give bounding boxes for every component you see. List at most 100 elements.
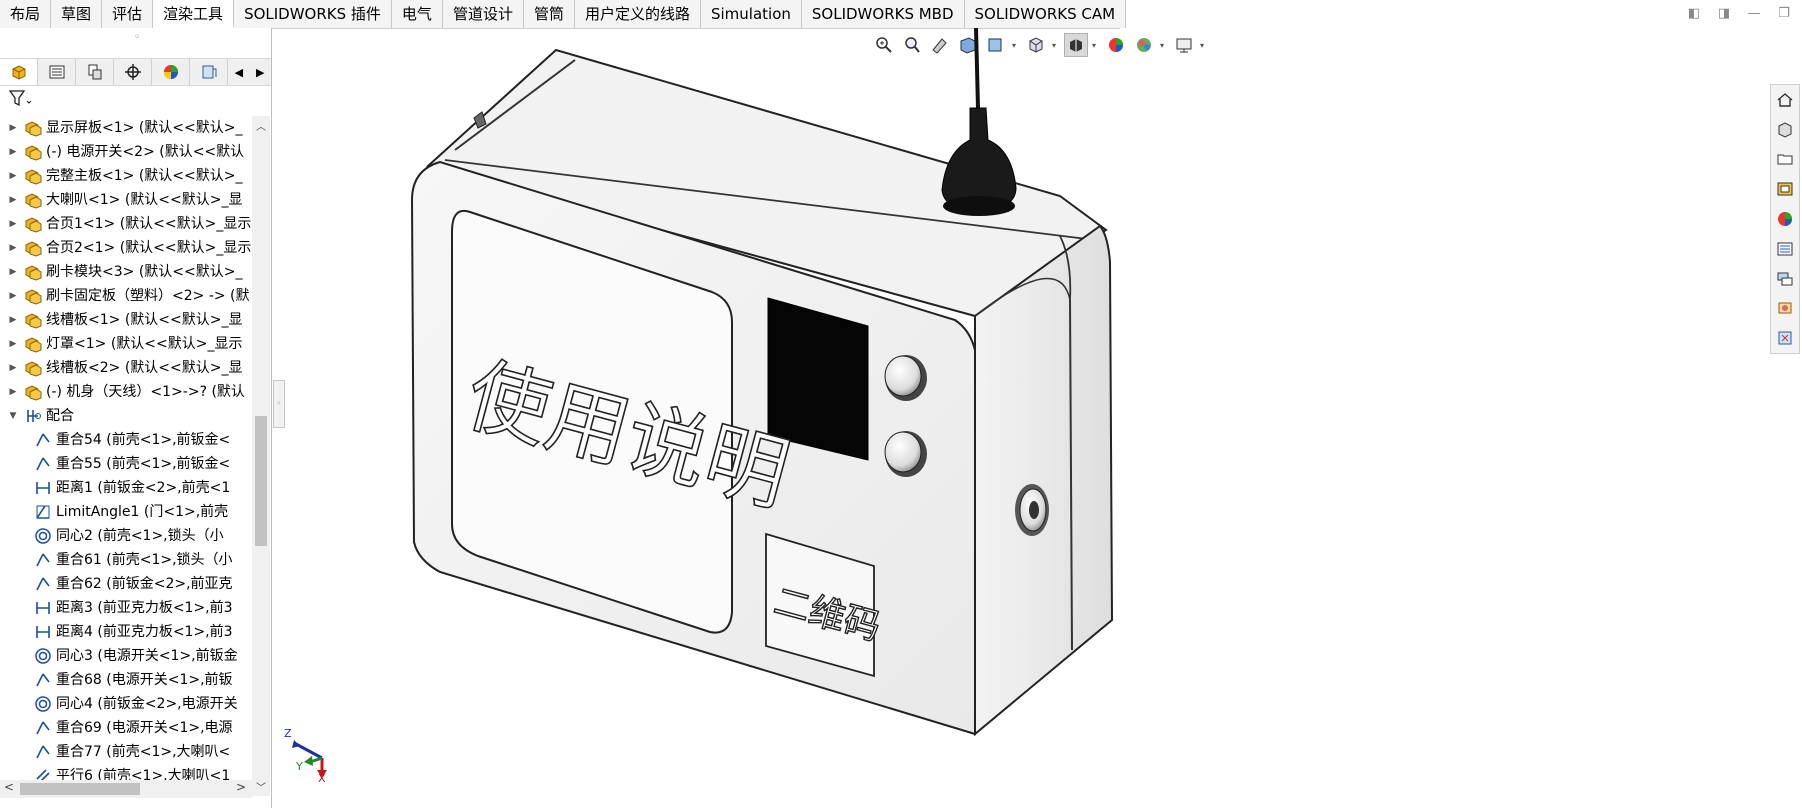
tree-item-mate[interactable]: 重合62 (前钣金<2>,前亚克 bbox=[0, 572, 252, 596]
expand-arrow-icon[interactable]: ▶ bbox=[6, 164, 20, 188]
coincident-mate-icon bbox=[34, 551, 52, 569]
scroll-thumb[interactable] bbox=[255, 416, 267, 546]
tab-scroll-right-icon[interactable]: ▶ bbox=[250, 59, 271, 85]
collapse-arrow-icon[interactable]: ▼ bbox=[6, 404, 20, 428]
tab-7[interactable]: 管筒 bbox=[523, 0, 575, 28]
expand-arrow-icon[interactable]: ▶ bbox=[6, 188, 20, 212]
tree-item-component[interactable]: ▶ 线槽板<1> (默认<<默认>_显 bbox=[0, 308, 252, 332]
coincident-mate-icon bbox=[34, 455, 52, 473]
hscroll-thumb[interactable] bbox=[20, 783, 140, 795]
component-icon bbox=[24, 335, 42, 353]
expand-arrow-icon[interactable]: ▶ bbox=[6, 332, 20, 356]
restore-icon[interactable]: ❐ bbox=[1772, 0, 1796, 28]
tab-3[interactable]: 渲染工具 bbox=[153, 0, 235, 28]
tree-vertical-scrollbar[interactable]: ︿ ﹀ bbox=[252, 116, 270, 796]
distance-mate-icon bbox=[34, 479, 52, 497]
solidworks-resources-icon[interactable] bbox=[1773, 296, 1797, 320]
component-icon bbox=[24, 359, 42, 377]
tree-item-mate[interactable]: 距离1 (前钣金<2>,前壳<1 bbox=[0, 476, 252, 500]
expand-arrow-icon[interactable]: ▶ bbox=[6, 116, 20, 140]
scroll-left-icon[interactable]: < bbox=[4, 780, 14, 794]
display-manager-icon[interactable] bbox=[152, 59, 191, 85]
tree-item-component[interactable]: ▶ 线槽板<2> (默认<<默认>_显 bbox=[0, 356, 252, 380]
concentric-mate-icon bbox=[34, 527, 52, 545]
panel-collapse-icon[interactable]: ◦ bbox=[134, 32, 140, 43]
tree-item-mate[interactable]: 同心2 (前壳<1>,锁头（小 bbox=[0, 524, 252, 548]
tree-item-component[interactable]: ▶ (-) 电源开关<2> (默认<<默认 bbox=[0, 140, 252, 164]
tab-2[interactable]: 评估 bbox=[102, 0, 154, 28]
tree-item-label: 刷卡固定板（塑料）<2> -> (默 bbox=[46, 288, 250, 304]
minimize-icon[interactable]: — bbox=[1742, 0, 1766, 28]
cam-manager-icon[interactable] bbox=[190, 59, 229, 85]
design-library-icon[interactable] bbox=[1773, 118, 1797, 142]
tree-item-component[interactable]: ▶ 刷卡模块<3> (默认<<默认>_ bbox=[0, 260, 252, 284]
scroll-down-icon[interactable]: ﹀ bbox=[252, 779, 270, 794]
tree-item-mate[interactable]: 重合68 (电源开关<1>,前钣 bbox=[0, 668, 252, 692]
tree-item-component[interactable]: ▶ 大喇叭<1> (默认<<默认>_显 bbox=[0, 188, 252, 212]
configurationmanager-icon[interactable] bbox=[76, 59, 115, 85]
dimxpert-icon[interactable] bbox=[114, 59, 153, 85]
tab-scroll-left-icon[interactable]: ◀ bbox=[228, 59, 249, 85]
tree-item-mate[interactable]: 同心3 (电源开关<1>,前钣金 bbox=[0, 644, 252, 668]
expand-arrow-icon[interactable]: ▶ bbox=[6, 140, 20, 164]
coincident-mate-icon bbox=[34, 575, 52, 593]
expand-arrow-icon[interactable]: ▶ bbox=[6, 380, 20, 404]
pin-left-icon[interactable]: ◧ bbox=[1682, 0, 1706, 28]
propertymanager-icon[interactable] bbox=[38, 59, 77, 85]
tree-item-mate[interactable]: 重合54 (前壳<1>,前钣金< bbox=[0, 428, 252, 452]
tree-item-mate[interactable]: 距离3 (前亚克力板<1>,前3 bbox=[0, 596, 252, 620]
tree-item-component[interactable]: ▶ (-) 机身（天线）<1>->? (默认 bbox=[0, 380, 252, 404]
tree-item-mate[interactable]: 重合77 (前壳<1>,大喇叭< bbox=[0, 740, 252, 764]
custom-properties-icon[interactable] bbox=[1773, 237, 1797, 261]
pin-right-icon[interactable]: ◨ bbox=[1712, 0, 1736, 28]
scroll-up-icon[interactable]: ︿ bbox=[252, 118, 270, 133]
file-explorer-icon[interactable] bbox=[1773, 148, 1797, 172]
tree-item-label: 显示屏板<1> (默认<<默认>_ bbox=[46, 120, 243, 136]
expand-arrow-icon[interactable]: ▶ bbox=[6, 356, 20, 380]
tree-item-label: 线槽板<1> (默认<<默认>_显 bbox=[46, 312, 243, 328]
tree-item-label: 同心2 (前壳<1>,锁头（小 bbox=[56, 528, 224, 544]
tree-item-mate[interactable]: 重合69 (电源开关<1>,电源 bbox=[0, 716, 252, 740]
tree-item-mate[interactable]: 重合55 (前壳<1>,前钣金< bbox=[0, 452, 252, 476]
tree-item-component[interactable]: ▶ 显示屏板<1> (默认<<默认>_ bbox=[0, 116, 252, 140]
featuremanager-icon[interactable] bbox=[0, 59, 39, 85]
home-icon[interactable] bbox=[1773, 88, 1797, 112]
tab-8[interactable]: 用户定义的线路 bbox=[574, 0, 701, 28]
tree-item-component[interactable]: ▶ 合页1<1> (默认<<默认>_显示 bbox=[0, 212, 252, 236]
expand-arrow-icon[interactable]: ▶ bbox=[6, 212, 20, 236]
scroll-right-icon[interactable]: > bbox=[236, 780, 246, 794]
tab-9[interactable]: Simulation bbox=[700, 0, 802, 28]
tree-item-label: 重合77 (前壳<1>,大喇叭< bbox=[56, 744, 231, 760]
tree-item-mate[interactable]: 距离4 (前亚克力板<1>,前3 bbox=[0, 620, 252, 644]
housing-side bbox=[974, 224, 1114, 737]
view-palette-icon[interactable] bbox=[1773, 177, 1797, 201]
tab-5[interactable]: 电气 bbox=[391, 0, 443, 28]
tab-11[interactable]: SOLIDWORKS CAM bbox=[964, 0, 1127, 28]
tree-item-component[interactable]: ▶ 完整主板<1> (默认<<默认>_ bbox=[0, 164, 252, 188]
tree-item-mates-folder[interactable]: ▼ 配合 bbox=[0, 404, 252, 428]
graphics-area[interactable]: 使用说明 二维码 bbox=[284, 27, 1768, 808]
tree-item-component[interactable]: ▶ 刷卡固定板（塑料）<2> -> (默 bbox=[0, 284, 252, 308]
coincident-mate-icon bbox=[34, 431, 52, 449]
forum-icon[interactable] bbox=[1773, 267, 1797, 291]
tree-item-component[interactable]: ▶ 合页2<1> (默认<<默认>_显示 bbox=[0, 236, 252, 260]
tree-horizontal-scrollbar[interactable]: < > bbox=[0, 780, 252, 798]
knob-2 bbox=[884, 431, 927, 477]
expand-arrow-icon[interactable]: ▶ bbox=[6, 236, 20, 260]
tab-10[interactable]: SOLIDWORKS MBD bbox=[801, 0, 965, 28]
tab-6[interactable]: 管道设计 bbox=[442, 0, 524, 28]
tab-1[interactable]: 草图 bbox=[51, 0, 103, 28]
expand-arrow-icon[interactable]: ▶ bbox=[6, 284, 20, 308]
tree-item-mate[interactable]: LimitAngle1 (门<1>,前壳 bbox=[0, 500, 252, 524]
3d-content-central-icon[interactable] bbox=[1773, 326, 1797, 350]
tab-0[interactable]: 布局 bbox=[0, 0, 52, 28]
expand-arrow-icon[interactable]: ▶ bbox=[6, 308, 20, 332]
tree-item-mate[interactable]: 同心4 (前钣金<2>,电源开关 bbox=[0, 692, 252, 716]
component-icon bbox=[24, 215, 42, 233]
appearances-icon[interactable] bbox=[1773, 207, 1797, 231]
tab-4[interactable]: SOLIDWORKS 插件 bbox=[234, 0, 392, 28]
tree-item-component[interactable]: ▶ 灯罩<1> (默认<<默认>_显示 bbox=[0, 332, 252, 356]
expand-arrow-icon[interactable]: ▶ bbox=[6, 260, 20, 284]
tree-filter-icon[interactable] bbox=[8, 88, 34, 112]
tree-item-mate[interactable]: 重合61 (前壳<1>,锁头（小 bbox=[0, 548, 252, 572]
